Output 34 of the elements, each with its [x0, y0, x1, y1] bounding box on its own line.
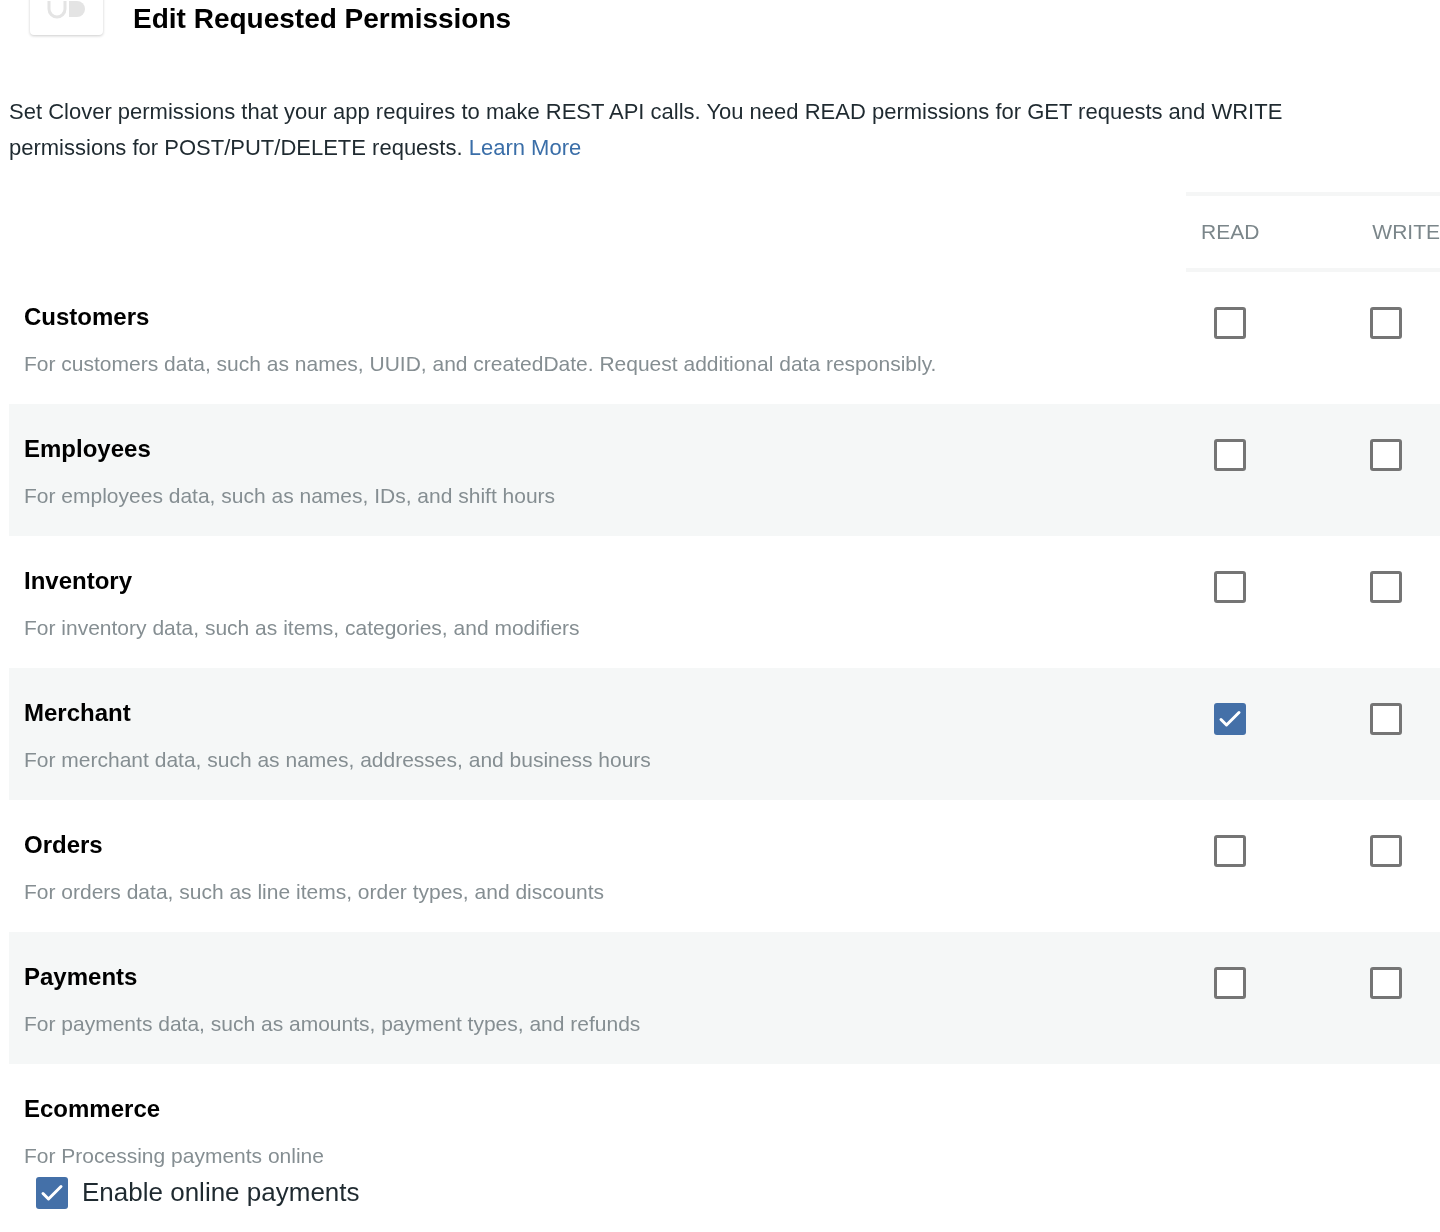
write-checkbox[interactable] [1370, 571, 1402, 603]
page-title: Edit Requested Permissions [133, 2, 512, 36]
read-checkbox[interactable] [1214, 571, 1246, 603]
permission-name: Orders [24, 830, 104, 860]
permission-description: For employees data, such as names, IDs, and shift hours [24, 483, 557, 509]
permission-name: Ecommerce [24, 1094, 162, 1124]
read-checkbox[interactable] [1214, 967, 1246, 999]
permission-name: Merchant [24, 698, 132, 728]
column-header: READ [1201, 219, 1261, 246]
permission-name: Inventory [24, 566, 134, 596]
permission-description: For inventory data, such as items, categories, and modifiers [24, 615, 581, 641]
intro-text: Set Clover permissions that your app requires to make REST API calls. You need READ permissions for GET requests and WRITE permissions for POST/PUT/DELETE requests. Learn More [9, 98, 1284, 162]
write-checkbox[interactable] [1370, 967, 1402, 999]
write-checkbox[interactable] [1370, 703, 1402, 735]
permission-name: Customers [24, 302, 151, 332]
permission-name: Payments [24, 962, 139, 992]
permission-name: Employees [24, 434, 152, 464]
write-checkbox[interactable] [1370, 439, 1402, 471]
read-checkbox[interactable] [1214, 307, 1246, 339]
logo-icon [46, 1, 87, 21]
write-checkbox[interactable] [1370, 307, 1402, 339]
permission-description: For Processing payments online [24, 1143, 325, 1169]
column-header: WRITE [1371, 219, 1440, 246]
option-label: Enable online payments [82, 1176, 360, 1209]
permission-description: For customers data, such as names, UUID, and createdDate. Request additional data responsibly. [24, 351, 938, 377]
read-checkbox[interactable] [1214, 439, 1246, 471]
read-checkbox[interactable] [1214, 835, 1246, 867]
learn-more-link[interactable]: Learn More [468, 135, 582, 160]
permission-description: For orders data, such as line items, order types, and discounts [24, 879, 606, 905]
read-checkbox[interactable] [1214, 703, 1246, 735]
permission-description: For merchant data, such as names, addresses, and business hours [24, 747, 652, 773]
write-checkbox[interactable] [1370, 835, 1402, 867]
permission-description: For payments data, such as amounts, payment types, and refunds [24, 1011, 642, 1037]
option-checkbox[interactable] [36, 1176, 68, 1209]
